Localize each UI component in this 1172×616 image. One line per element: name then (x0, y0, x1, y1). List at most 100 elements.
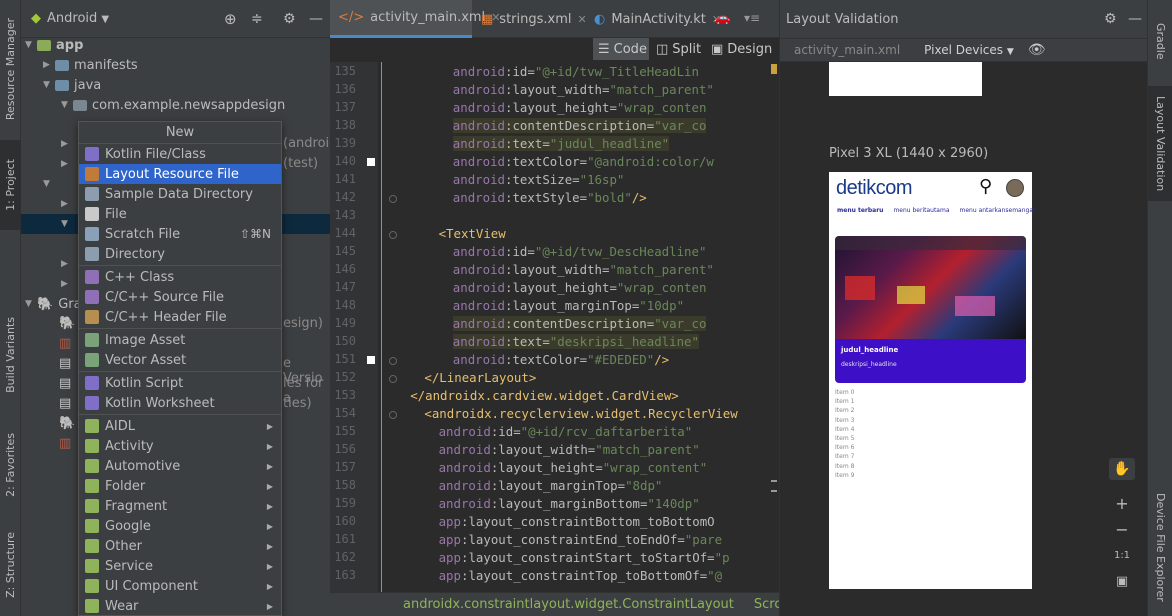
menu-item[interactable]: C/C++ Header File (79, 307, 281, 327)
eye-icon[interactable]: 👁 (1028, 42, 1046, 58)
code-token: "deskripsi_headline" (549, 334, 699, 349)
device-icon[interactable]: 🚗 (714, 11, 730, 26)
pan-button[interactable]: ✋ (1109, 458, 1135, 480)
menu-item[interactable]: Kotlin Worksheet (79, 393, 281, 413)
properties-file-icon: ▤ (59, 356, 72, 371)
menu-item[interactable]: Activity ▶ (79, 436, 281, 456)
tree-item-manifests[interactable]: ▶ manifests (21, 55, 330, 75)
list-item: Item 0 (835, 389, 855, 396)
menu-item[interactable]: UI Component ▶ (79, 576, 281, 596)
actual-size-button[interactable]: 1:1 (1109, 544, 1135, 566)
fold-icon[interactable] (389, 231, 397, 239)
build-variants-tab[interactable]: Build Variants (0, 310, 21, 400)
code-token: android (452, 280, 506, 295)
hand-icon: ✋ (1113, 461, 1131, 477)
resource-manager-tab[interactable]: Resource Manager (0, 6, 21, 132)
color-swatch-marker[interactable] (367, 356, 375, 364)
menu-item[interactable]: Directory (79, 244, 281, 264)
zoom-in-button[interactable]: + (1109, 492, 1135, 514)
menu-item[interactable]: Sample Data Directory (79, 184, 281, 204)
menu-item[interactable]: Other ▶ (79, 536, 281, 556)
code-token: android (452, 64, 506, 79)
zoom-out-button[interactable]: − (1109, 518, 1135, 540)
split-view-button[interactable]: ◫ Split (656, 38, 701, 60)
android-icon (85, 579, 99, 593)
menu-item[interactable]: Automotive ▶ (79, 456, 281, 476)
menu-item[interactable]: Scratch File ⇧⌘N (79, 224, 281, 244)
tree-suffix: (test) (283, 156, 319, 171)
gear-icon[interactable]: ⚙ (1104, 11, 1117, 27)
tree-item-package[interactable]: ▼ com.example.newsappdesign (21, 95, 330, 115)
properties-file-icon: ▤ (59, 376, 72, 391)
favorites-tab[interactable]: 2: Favorites (0, 420, 21, 510)
line-number: 139 (334, 136, 356, 150)
menu-item[interactable]: AIDL ▶ (79, 416, 281, 436)
design-view-button[interactable]: ▣ Design (711, 38, 772, 60)
fit-screen-button[interactable]: ▣ (1109, 570, 1135, 592)
view-selector[interactable]: Android ▼ (47, 11, 109, 26)
code-line: android:text="judul_headline" (452, 136, 670, 151)
code-token: :layout_constraintTop_toBottomOf= (460, 568, 708, 583)
code-token: android (452, 82, 506, 97)
code-token: "pare (684, 532, 723, 547)
tab-label: activity_main.xml (370, 10, 486, 25)
code-token: /> (654, 352, 670, 367)
warning-marker[interactable] (771, 64, 777, 74)
fold-icon[interactable] (389, 375, 397, 383)
code-line: android:layout_marginTop="8dp" (439, 478, 663, 493)
menu-item[interactable]: Google ▶ (79, 516, 281, 536)
code-token: :layout_width= (490, 442, 596, 457)
gear-icon[interactable]: ⚙ (283, 11, 296, 27)
menu-item-label: Fragment (105, 498, 168, 514)
code-line: android:id="@+id/rcv_daftarberita" (439, 424, 693, 439)
expand-arrow-icon: ▼ (25, 40, 32, 50)
minimize-icon[interactable]: — (1128, 11, 1142, 27)
tree-item-java[interactable]: ▼ java (21, 75, 330, 95)
menu-item[interactable]: File (79, 204, 281, 224)
fold-icon[interactable] (389, 411, 397, 419)
menu-item[interactable]: Wear ▶ (79, 596, 281, 616)
menu-item[interactable]: Vector Asset (79, 350, 281, 370)
tab-main-activity[interactable]: ◐ MainActivity.kt ✕ (586, 0, 721, 38)
code-line: android:textColor="#EDEDED"/> (453, 352, 669, 367)
tree-item-app[interactable]: ▼ app (21, 35, 330, 55)
menu-item[interactable]: Service ▶ (79, 556, 281, 576)
project-tab[interactable]: 1: Project (0, 140, 21, 230)
menu-item[interactable]: C++ Class (79, 267, 281, 287)
neon-sign (897, 286, 925, 304)
tab-activity-main[interactable]: </> activity_main.xml ✕ (330, 0, 500, 38)
layout-validation-toolbar: activity_main.xml Pixel Devices ▼ 👁 (780, 38, 1148, 62)
menu-item[interactable]: Kotlin Script (79, 373, 281, 393)
code-token: :layout_height= (505, 100, 617, 115)
color-swatch-marker[interactable] (367, 158, 375, 166)
menu-item[interactable]: Folder ▶ (79, 476, 281, 496)
chevron-down-icon: ▼ (1006, 47, 1014, 57)
menu-item-label: AIDL (105, 418, 135, 434)
minimize-icon[interactable]: — (309, 11, 323, 27)
locate-icon[interactable]: ⊕ (224, 10, 237, 28)
tab-overflow-icon[interactable]: ▾≡ (744, 11, 760, 25)
structure-tab[interactable]: Z: Structure (0, 520, 21, 610)
menu-item[interactable]: Fragment ▶ (79, 496, 281, 516)
gradle-tab[interactable]: Gradle (1148, 6, 1172, 76)
cpp-source-icon (85, 290, 99, 304)
headline-image (835, 236, 1026, 339)
menu-item[interactable]: Image Asset (79, 330, 281, 350)
layout-validation-tab[interactable]: Layout Validation (1148, 86, 1172, 201)
shortcut-label: ⇧⌘N (239, 227, 271, 241)
device-file-explorer-tab[interactable]: Device File Explorer (1148, 482, 1172, 612)
code-view-button[interactable]: ☰ Code (593, 38, 649, 60)
menu-item[interactable]: Layout Resource File (79, 164, 281, 184)
menu-item[interactable]: Kotlin File/Class (79, 144, 281, 164)
collapse-icon[interactable]: ≑ (251, 11, 263, 27)
fold-icon[interactable] (389, 195, 397, 203)
menu-items: Kotlin File/Class Layout Resource File Sam… (79, 144, 281, 616)
tab-strings[interactable]: ▦ strings.xml ✕ (473, 0, 587, 38)
breadcrumb-item[interactable]: androidx.constraintlayout.widget.Constra… (403, 597, 734, 612)
device-selector[interactable]: Pixel Devices ▼ (924, 43, 1014, 57)
menu-item[interactable]: C/C++ Source File (79, 287, 281, 307)
editor-scrollbar[interactable] (771, 480, 777, 492)
phone-preview[interactable]: detikcom ⚲ menu terbaru menu beritautama… (829, 172, 1035, 589)
code-line: android:contentDescription="var_co (452, 118, 707, 133)
fold-icon[interactable] (389, 357, 397, 365)
